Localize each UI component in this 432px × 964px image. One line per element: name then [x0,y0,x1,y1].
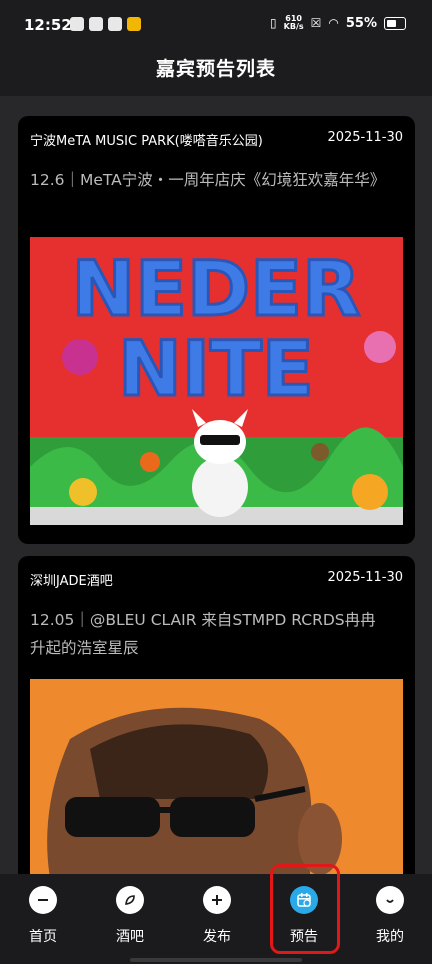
home-indicator [130,958,302,962]
battery-percent: 55% [345,15,377,31]
status-time: 12:52 [24,16,72,34]
nav-bar-label: 酒吧 [116,929,144,945]
card-venue: 深圳JADE酒吧 [30,574,113,589]
wifi-icon: ◠ [328,16,339,30]
vibrate-icon: ▯ [270,16,277,30]
status-bar: 12:52 ▯ 610 KB/s ☒ ◠ 55% [0,0,432,50]
network-speed-unit: KB/s [283,22,304,31]
nav-profile-label: 我的 [376,929,404,945]
poster-art: NEDER NITE [30,237,403,525]
page-title: 嘉宾预告列表 [155,58,276,80]
nav-home[interactable]: 首页 [13,886,73,946]
page-header: 嘉宾预告列表 [0,50,432,96]
notification-icons [70,17,141,31]
notification-mail-icon [89,17,103,31]
svg-text:NEDER: NEDER [71,244,360,333]
portrait-photo [30,679,403,874]
nav-publish[interactable]: 发布 [187,886,247,946]
plus-icon [203,886,231,914]
battery-icon [384,16,406,30]
active-tab-highlight [270,864,340,954]
card-title: 12.05｜@BLEU CLAIR 来自STMPD RCRDS冉冉升起的浩室星辰 [30,611,376,657]
notification-app-icon [70,17,84,31]
notification-camera-icon [127,17,141,31]
leaf-icon [116,886,144,914]
card-date: 2025-11-30 [327,570,403,585]
nav-publish-label: 发布 [203,929,231,945]
bottom-navigation: 首页 酒吧 发布 预告 我的 [0,874,432,964]
nav-bar[interactable]: 酒吧 [100,886,160,946]
list-item[interactable]: 宁波MeTA MUSIC PARK(喽嗒音乐公园) 2025-11-30 12.… [18,116,415,544]
nfc-icon: ☒ [310,16,322,30]
event-poster-image[interactable] [30,679,403,874]
list-item[interactable]: 深圳JADE酒吧 2025-11-30 12.05｜@BLEU CLAIR 来自… [18,556,415,874]
nav-home-label: 首页 [29,929,57,945]
profile-icon [376,886,404,914]
status-right: ▯ 610 KB/s ☒ ◠ 55% [270,15,406,31]
svg-text:NITE: NITE [118,324,314,413]
event-poster-image[interactable]: NEDER NITE [30,237,403,525]
card-venue: 宁波MeTA MUSIC PARK(喽嗒音乐公园) [30,134,263,149]
card-date: 2025-11-30 [327,130,403,145]
notification-play-icon [108,17,122,31]
card-title: 12.6｜MeTA宁波・一周年店庆《幻境狂欢嘉年华》 [30,171,386,189]
network-speed: 610 KB/s [284,15,304,31]
home-icon [29,886,57,914]
guest-preview-list[interactable]: 宁波MeTA MUSIC PARK(喽嗒音乐公园) 2025-11-30 12.… [0,96,432,874]
nav-profile[interactable]: 我的 [360,886,420,946]
